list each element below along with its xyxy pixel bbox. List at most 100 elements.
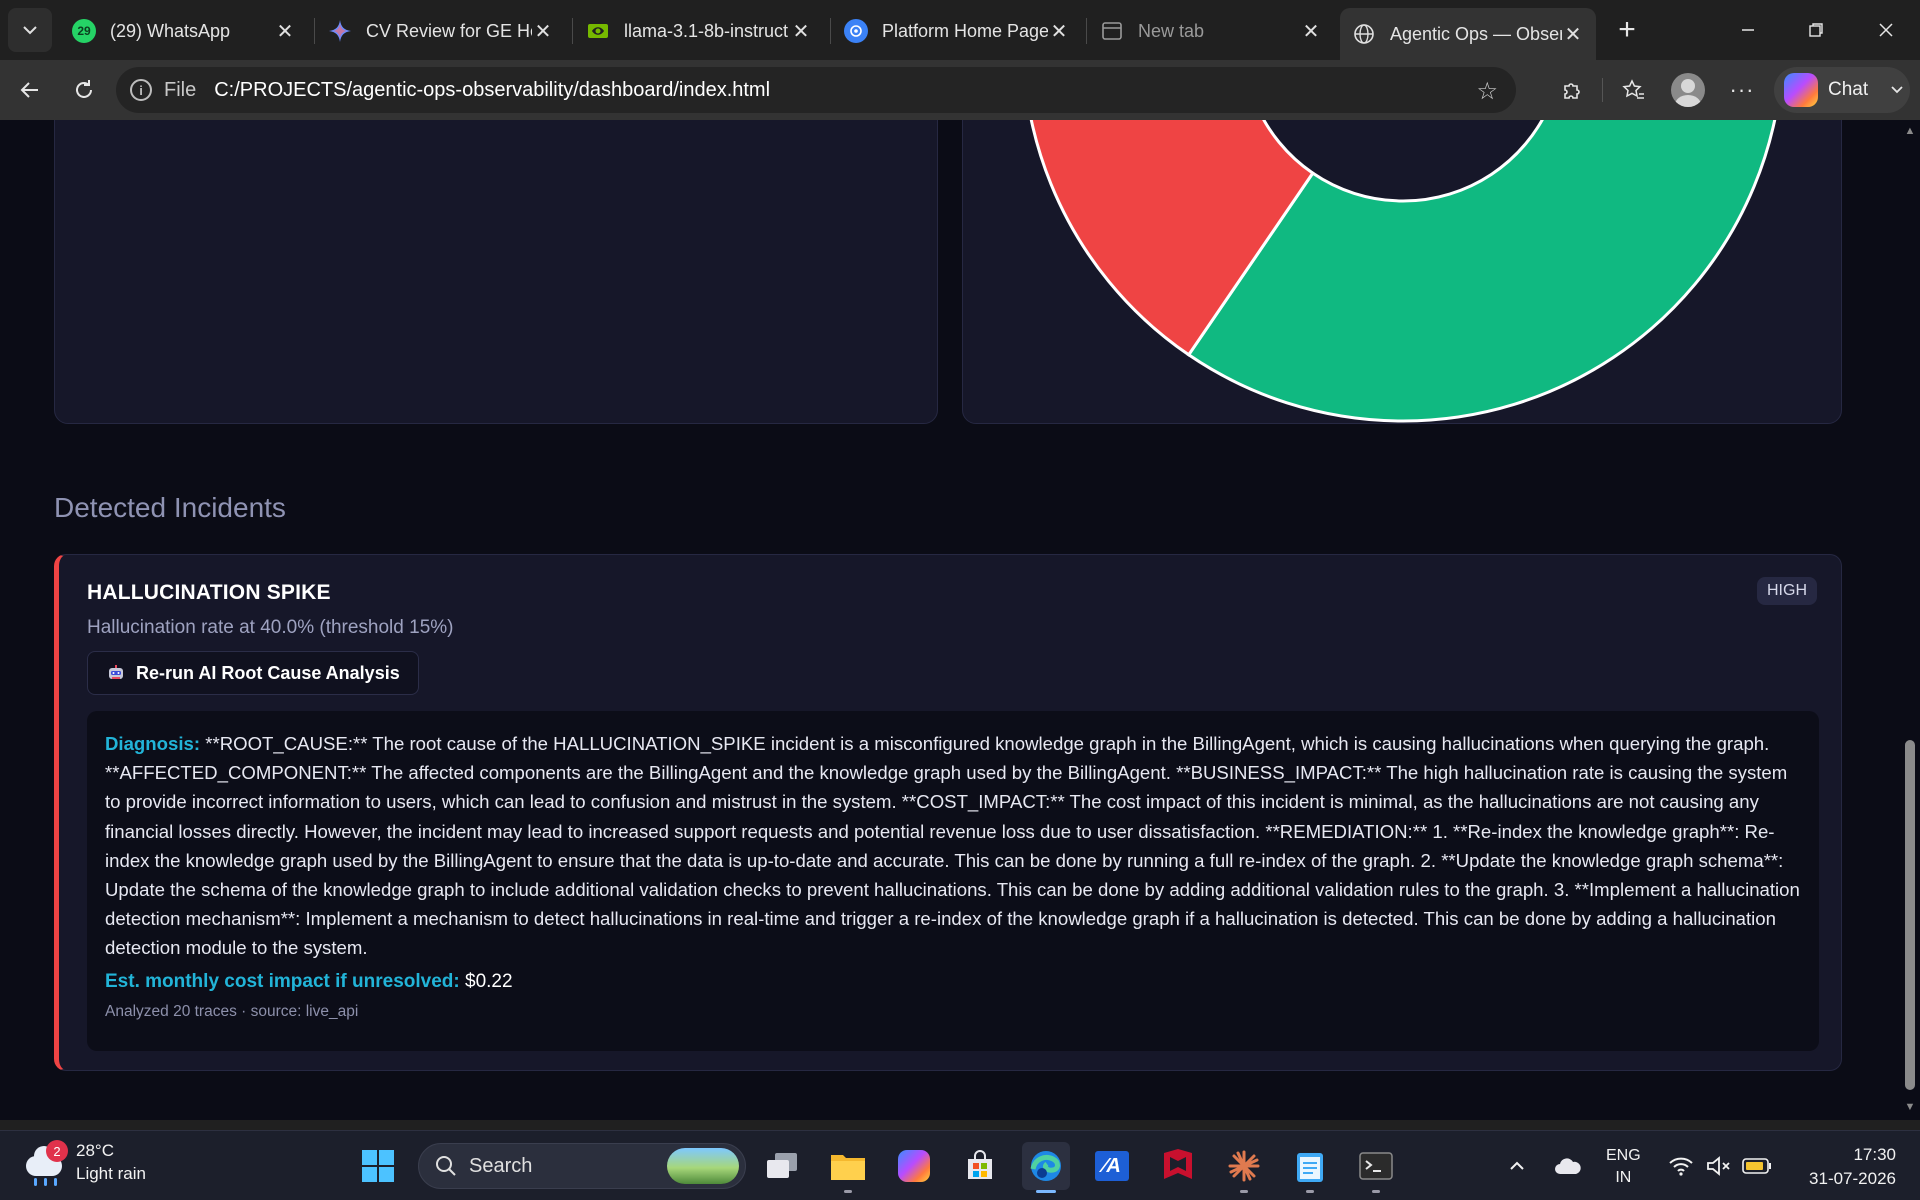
notepad-button[interactable] <box>1286 1142 1334 1193</box>
restore-button[interactable] <box>1782 0 1850 60</box>
incident-subtitle: Hallucination rate at 40.0% (threshold 1… <box>87 617 454 638</box>
scroll-up-icon[interactable]: ▲ <box>1903 124 1917 138</box>
tab-title: llama-3.1-8b-instruct <box>624 20 789 41</box>
language-indicator[interactable]: ENG IN <box>1606 1145 1641 1189</box>
network-button[interactable] <box>1668 1131 1694 1200</box>
copilot-chat-button[interactable]: Chat <box>1774 67 1910 113</box>
refresh-button[interactable] <box>64 70 104 110</box>
window-bottom-edge <box>0 1120 1920 1130</box>
refresh-icon <box>76 80 92 98</box>
battery-icon <box>1742 1158 1771 1174</box>
chevron-down-icon <box>1891 86 1903 94</box>
tab-agentic-ops[interactable]: Agentic Ops — Obser ✕ <box>1340 8 1596 60</box>
tab-actions-menu-button[interactable] <box>8 8 52 52</box>
terminal-button[interactable] <box>1352 1142 1400 1193</box>
taskbar-search[interactable]: Search <box>418 1143 746 1189</box>
edge-button[interactable] <box>1022 1142 1070 1193</box>
avatar <box>1671 73 1705 107</box>
tab-whatsapp[interactable]: 29 (29) WhatsApp ✕ <box>60 8 308 54</box>
battery-button[interactable] <box>1742 1131 1772 1200</box>
left-panel-card <box>54 120 938 424</box>
taskbar: 2 28°C Light rain Search ⁄A ENG IN 17:30… <box>0 1130 1920 1200</box>
search-label: Search <box>469 1154 533 1177</box>
tab-platform-home[interactable]: Platform Home Page ✕ <box>832 8 1082 54</box>
folder-icon <box>831 1155 865 1180</box>
close-window-button[interactable] <box>1852 0 1920 60</box>
rerun-analysis-button[interactable]: Re-run AI Root Cause Analysis <box>87 651 419 695</box>
tab-llama[interactable]: llama-3.1-8b-instruct ✕ <box>574 8 824 54</box>
address-bar[interactable]: i File C:/PROJECTS/agentic-ops-observabi… <box>116 67 1516 113</box>
close-icon <box>1879 23 1893 37</box>
back-button[interactable] <box>10 70 50 110</box>
close-icon[interactable]: ✕ <box>274 20 296 43</box>
close-icon[interactable]: ✕ <box>790 20 812 43</box>
more-dots-icon: ··· <box>1729 77 1755 102</box>
tab-title: New tab <box>1138 20 1205 41</box>
microsoft-store-button[interactable] <box>956 1142 1004 1190</box>
lang-bottom: IN <box>1615 1169 1632 1186</box>
copilot-icon <box>898 1150 930 1182</box>
incident-card: HALLUCINATION SPIKE Hallucination rate a… <box>54 554 1842 1071</box>
file-explorer-button[interactable] <box>824 1142 872 1193</box>
favorites-star-icon <box>1622 79 1644 99</box>
close-icon[interactable]: ✕ <box>1300 20 1322 43</box>
close-icon[interactable]: ✕ <box>1562 23 1584 46</box>
cost-impact-value: $0.22 <box>465 970 513 992</box>
url-text[interactable]: C:/PROJECTS/agentic-ops-observability/da… <box>214 79 770 102</box>
clock[interactable]: 17:30 31-07-2026 <box>1796 1143 1896 1191</box>
favorite-star-icon[interactable]: ☆ <box>1476 77 1498 106</box>
info-icon[interactable]: i <box>130 79 152 101</box>
diagnosis-text: Diagnosis: **ROOT_CAUSE:** The root caus… <box>105 729 1801 963</box>
minimize-icon <box>1742 29 1754 31</box>
rain-cloud-icon: 2 <box>22 1140 68 1186</box>
puzzle-icon <box>1564 83 1580 99</box>
nvidia-icon <box>588 24 608 38</box>
azure-icon: ⁄A <box>1095 1151 1129 1181</box>
more-options-button[interactable]: ··· <box>1722 70 1762 110</box>
donut-chart <box>1029 120 1777 423</box>
copilot-app-button[interactable] <box>890 1142 938 1190</box>
favorites-button[interactable] <box>1614 70 1654 110</box>
close-icon[interactable]: ✕ <box>532 20 554 43</box>
rerun-label: Re-run AI Root Cause Analysis <box>136 662 400 683</box>
start-button[interactable] <box>354 1142 402 1190</box>
scroll-down-icon[interactable]: ▼ <box>1903 1100 1917 1114</box>
scroll-thumb[interactable] <box>1905 740 1915 1090</box>
claude-app-button[interactable] <box>1220 1142 1268 1193</box>
volume-button[interactable] <box>1706 1131 1732 1200</box>
chat-label: Chat <box>1828 79 1869 100</box>
toolbar-divider <box>1602 78 1603 102</box>
extensions-button[interactable] <box>1552 70 1592 110</box>
notepad-icon <box>1297 1153 1323 1182</box>
new-tab-button[interactable]: + <box>1592 0 1662 60</box>
mcafee-button[interactable] <box>1154 1142 1202 1190</box>
openai-icon <box>844 19 868 43</box>
windows-logo-icon <box>362 1150 394 1182</box>
store-icon <box>968 1150 992 1179</box>
browser-toolbar: i File C:/PROJECTS/agentic-ops-observabi… <box>0 60 1920 120</box>
weather-widget[interactable]: 2 28°C Light rain <box>22 1139 146 1186</box>
onedrive-button[interactable] <box>1554 1131 1582 1200</box>
tab-new-tab[interactable]: New tab ✕ <box>1088 8 1334 54</box>
task-view-button[interactable] <box>758 1142 806 1190</box>
speaker-muted-icon <box>1707 1156 1730 1176</box>
tab-cv-review[interactable]: CV Review for GE Hea ✕ <box>316 8 566 54</box>
globe-icon <box>1354 24 1374 44</box>
gemini-icon <box>329 20 351 42</box>
section-heading: Detected Incidents <box>54 492 286 523</box>
tab-title: CV Review for GE Hea <box>366 20 532 41</box>
cost-impact-label: Est. monthly cost impact if unresolved: <box>105 970 460 992</box>
chevron-up-icon <box>1510 1161 1524 1170</box>
url-scheme: File <box>164 78 197 101</box>
tray-overflow-button[interactable] <box>1508 1131 1526 1200</box>
tab-title: Platform Home Page <box>882 20 1048 41</box>
close-icon[interactable]: ✕ <box>1048 20 1070 43</box>
copilot-icon <box>1784 73 1818 107</box>
azure-app-button[interactable]: ⁄A <box>1088 1142 1136 1190</box>
severity-badge: HIGH <box>1757 577 1817 605</box>
profile-button[interactable] <box>1668 70 1708 110</box>
page-scrollbar[interactable]: ▲ ▼ <box>1900 120 1920 1120</box>
whatsapp-icon: 29 <box>72 19 96 43</box>
minimize-button[interactable] <box>1714 0 1782 60</box>
lang-top: ENG <box>1606 1147 1641 1164</box>
